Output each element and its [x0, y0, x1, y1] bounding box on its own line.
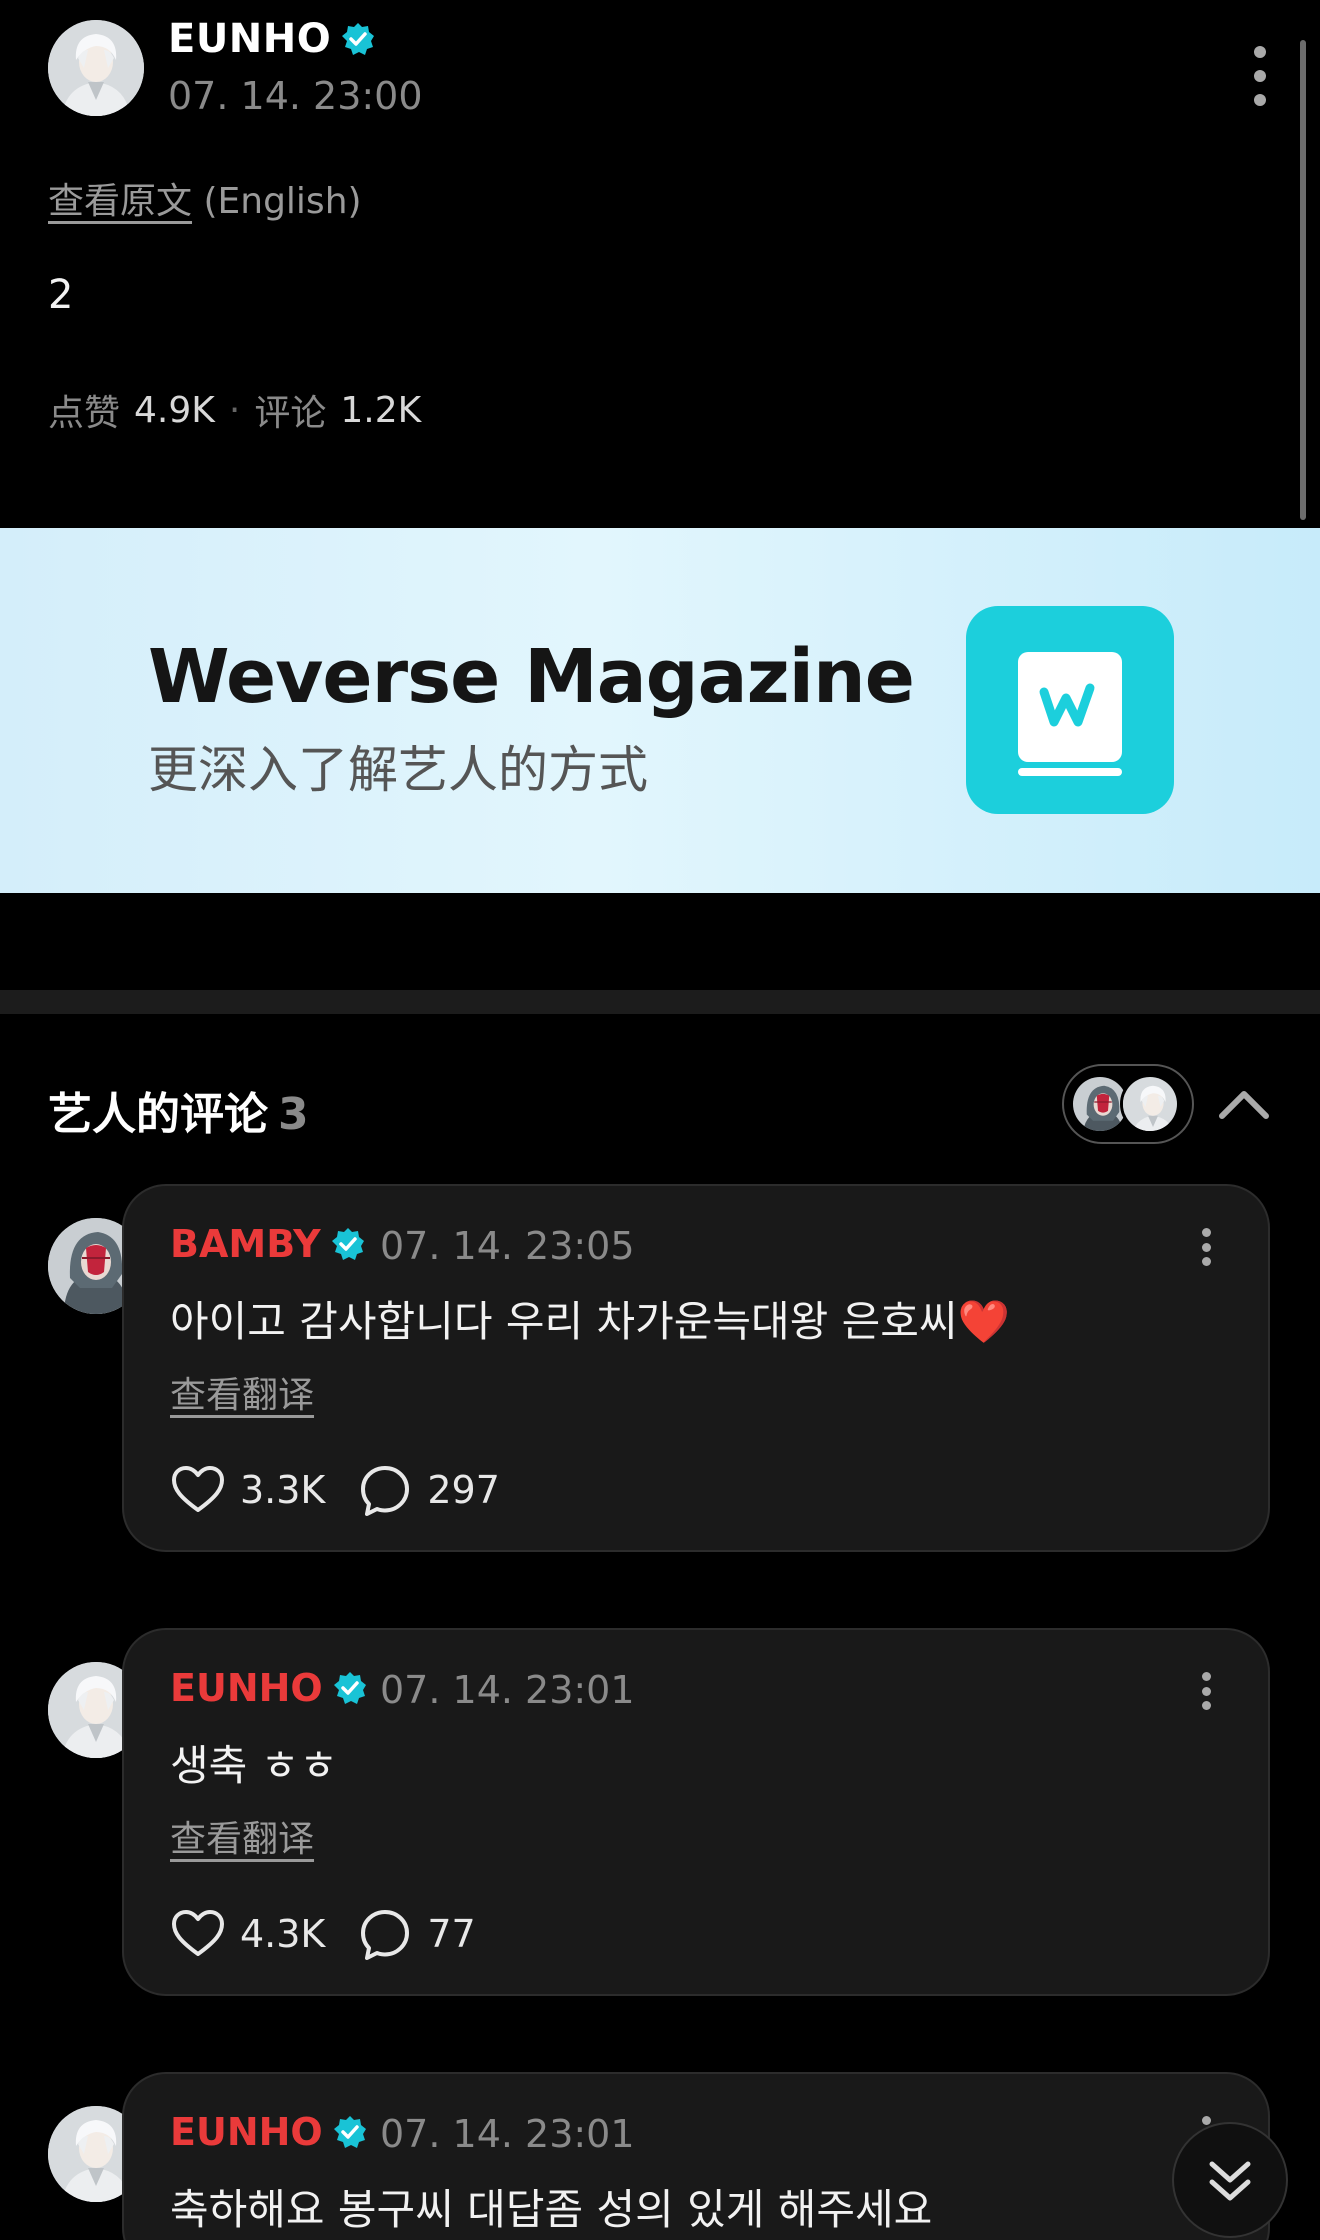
- verified-badge-icon: [331, 1227, 365, 1261]
- reply-count[interactable]: 297: [427, 1468, 500, 1512]
- post-body: 2: [48, 272, 74, 318]
- view-translation-link[interactable]: 查看翻译: [170, 1366, 314, 1418]
- artist-comments-count: 3: [278, 1089, 309, 1140]
- reply-count[interactable]: 77: [427, 1912, 475, 1956]
- post-author-avatar[interactable]: [48, 20, 144, 116]
- comment-text: 생축 ㅎㅎ: [170, 1741, 338, 1790]
- comment-author-name[interactable]: EUNHO: [170, 1666, 367, 1710]
- verified-badge-icon: [333, 1671, 367, 1705]
- weverse-magazine-banner[interactable]: Weverse Magazine 更深入了解艺人的方式: [0, 528, 1320, 893]
- comment-timestamp: 07. 14. 23:05: [380, 1224, 635, 1268]
- double-chevron-down-icon: [1209, 2161, 1251, 2201]
- artist-avatar-stack[interactable]: [1062, 1064, 1194, 1144]
- view-original-link[interactable]: 查看原文: [48, 181, 192, 222]
- comment-card: EUNHO 07. 14. 23:01 생축 ㅎㅎ 查看翻译 4.3K 77: [122, 1628, 1270, 1996]
- post-stats: 点赞 4.9K · 评论 1.2K: [48, 384, 421, 436]
- post-more-options-icon[interactable]: [1250, 46, 1270, 106]
- post-timestamp: 07. 14. 23:00: [168, 74, 423, 118]
- like-count: 3.3K: [240, 1468, 326, 1512]
- comment-timestamp: 07. 14. 23:01: [380, 1668, 635, 1712]
- comment-author-name[interactable]: BAMBY: [170, 1222, 365, 1266]
- heart-icon[interactable]: [170, 1906, 226, 1962]
- like-count: 4.3K: [240, 1912, 326, 1956]
- comment-more-options-icon[interactable]: [1196, 1228, 1216, 1266]
- banner-subtitle: 更深入了解艺人的方式: [148, 741, 648, 799]
- artist-avatar-eunho: [1120, 1074, 1180, 1134]
- comment-timestamp: 07. 14. 23:01: [380, 2112, 635, 2156]
- comment-card: EUNHO 07. 14. 23:01 축하해요 봉구씨 대답좀 성의 있게 해…: [122, 2072, 1270, 2240]
- comment-author-name[interactable]: EUNHO: [170, 2110, 367, 2154]
- original-language: (English): [203, 181, 362, 222]
- likes-count: 4.9K: [134, 389, 215, 431]
- section-divider: [0, 990, 1320, 1014]
- scroll-to-bottom-button[interactable]: [1172, 2122, 1288, 2238]
- heart-icon[interactable]: [170, 1462, 226, 1518]
- comment-actions: 3.3K 297: [170, 1462, 532, 1518]
- comment-actions: 4.3K 77: [170, 1906, 508, 1962]
- verified-badge-icon: [341, 22, 375, 56]
- comments-label[interactable]: 评论: [254, 384, 326, 436]
- post-author-name[interactable]: EUNHO: [168, 16, 375, 62]
- view-translation-link[interactable]: 查看翻译: [170, 1810, 314, 1862]
- comment-text: 축하해요 봉구씨 대답좀 성의 있게 해주세요: [170, 2185, 933, 2234]
- reply-bubble-icon[interactable]: [357, 1462, 413, 1518]
- stats-separator: ·: [228, 389, 241, 431]
- comment-text: 아이고 감사합니다 우리 차가운늑대왕 은호씨❤️: [170, 1297, 1010, 1346]
- artist-comments-title: 艺人的评论 3: [48, 1089, 309, 1140]
- weverse-magazine-book-icon: [966, 606, 1174, 814]
- banner-title: Weverse Magazine: [148, 634, 915, 720]
- chevron-up-icon[interactable]: [1216, 1082, 1272, 1126]
- reply-bubble-icon[interactable]: [357, 1906, 413, 1962]
- view-original-row: 查看原文 (English): [48, 172, 362, 224]
- scrollbar[interactable]: [1300, 40, 1306, 520]
- comment-card: BAMBY 07. 14. 23:05 아이고 감사합니다 우리 차가운늑대왕 …: [122, 1184, 1270, 1552]
- likes-label: 点赞: [48, 393, 121, 434]
- verified-badge-icon: [333, 2115, 367, 2149]
- comment-more-options-icon[interactable]: [1196, 1672, 1216, 1710]
- comments-count[interactable]: 1.2K: [340, 390, 421, 431]
